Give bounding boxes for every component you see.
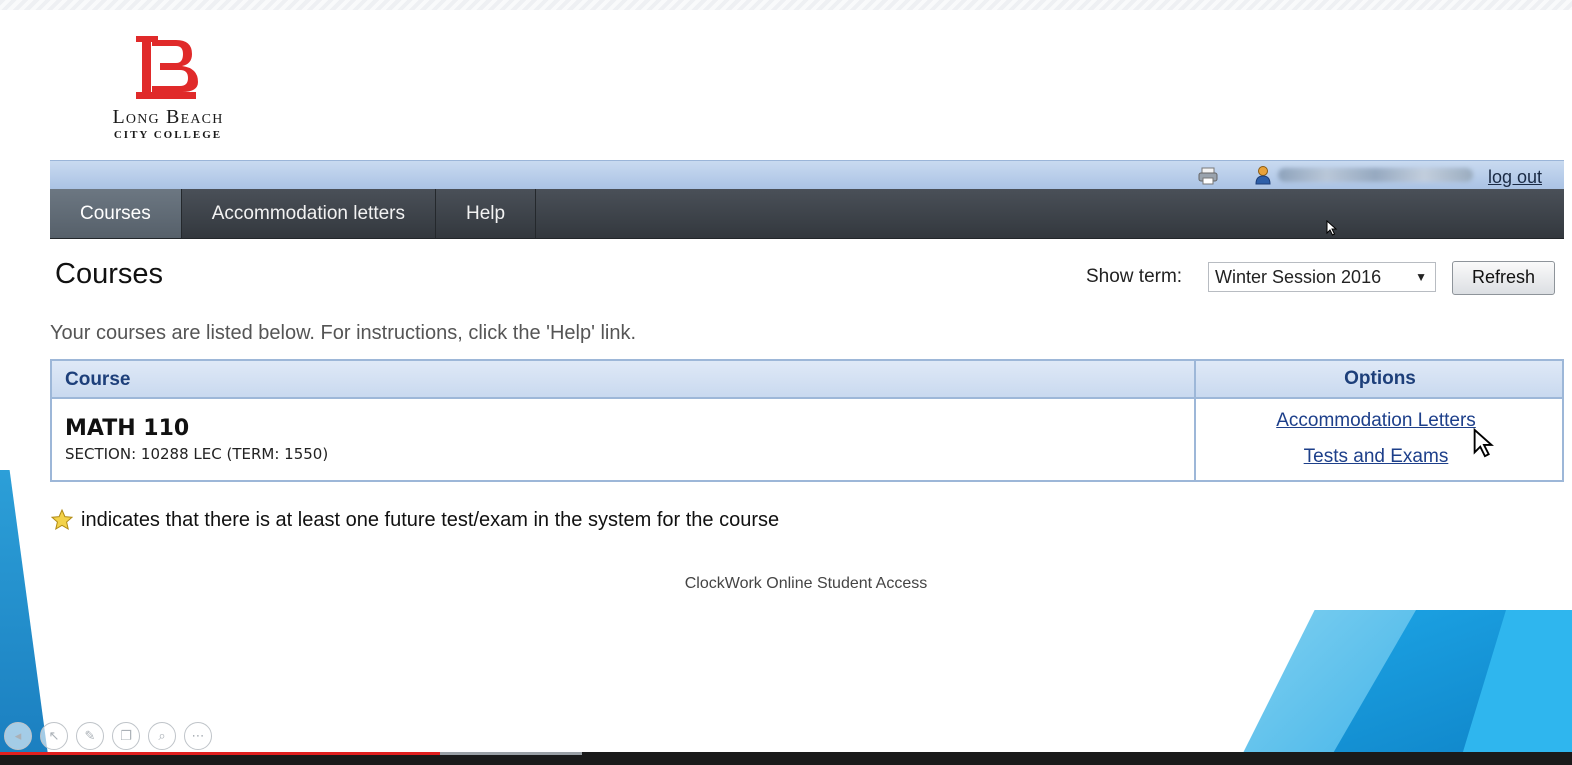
mouse-pointer-icon — [1473, 428, 1494, 458]
pen-icon[interactable]: ✎ — [76, 722, 104, 750]
logo-text-sub: CITY COLLEGE — [113, 129, 223, 141]
logout-link[interactable]: log out — [1488, 167, 1542, 188]
player-controls: ◂ ↖ ✎ ❐ ⌕ ⋯ — [0, 722, 212, 752]
prev-icon[interactable]: ◂ — [4, 722, 32, 750]
zoom-icon[interactable]: ⌕ — [148, 722, 176, 750]
nav-tab-help[interactable]: Help — [436, 189, 537, 238]
term-select[interactable]: Winter Session 2016 ▼ — [1208, 262, 1436, 292]
table-header: Course Options — [52, 361, 1562, 399]
more-icon[interactable]: ⋯ — [184, 722, 212, 750]
video-progress-fill — [0, 752, 441, 755]
pointer-icon[interactable]: ↖ — [40, 722, 68, 750]
refresh-button[interactable]: Refresh — [1452, 261, 1555, 295]
column-header-options: Options — [1194, 361, 1564, 397]
star-icon — [50, 508, 74, 531]
column-header-course: Course — [65, 369, 131, 390]
legend-text: indicates that there is at least one fut… — [81, 508, 780, 531]
course-section: SECTION: 10288 LEC (TERM: 1550) — [65, 445, 329, 463]
printer-icon[interactable] — [1198, 167, 1218, 185]
term-selected-value: Winter Session 2016 — [1215, 267, 1382, 287]
mouse-pointer-icon — [1326, 220, 1338, 236]
caret-down-icon: ▼ — [1415, 270, 1427, 284]
utility-bar: log out — [50, 160, 1564, 190]
course-code: MATH 110 — [65, 416, 190, 441]
tests-and-exams-link[interactable]: Tests and Exams — [1192, 446, 1560, 468]
copy-icon[interactable]: ❐ — [112, 722, 140, 750]
top-edge-pattern — [0, 0, 1572, 10]
video-progress-bar[interactable] — [0, 752, 1572, 765]
college-logo[interactable]: Long Beach CITY COLLEGE — [88, 30, 248, 141]
user-name-redacted — [1278, 168, 1473, 182]
lb-monogram-icon — [136, 36, 198, 99]
star-legend: indicates that there is at least one fut… — [50, 508, 779, 532]
slide-decoration-left — [0, 470, 48, 755]
term-label: Show term: — [1086, 266, 1183, 287]
intro-text: Your courses are listed below. For instr… — [50, 322, 637, 344]
nav-tab-courses[interactable]: Courses — [50, 189, 182, 238]
accommodation-letters-link[interactable]: Accommodation Letters — [1192, 410, 1560, 432]
nav-tab-accommodation-letters[interactable]: Accommodation letters — [182, 189, 436, 238]
logo-text-main: Long Beach — [112, 106, 224, 128]
user-icon — [1255, 166, 1271, 185]
footer-text: ClockWork Online Student Access — [684, 575, 928, 592]
page-title: Courses — [55, 258, 163, 290]
